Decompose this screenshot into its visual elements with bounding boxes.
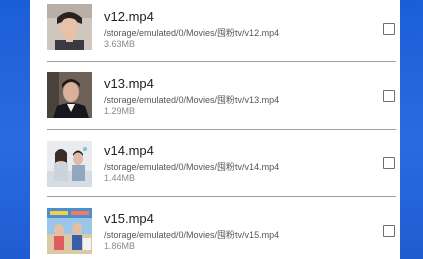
- file-size: 1.44MB: [104, 173, 136, 183]
- file-size: 1.86MB: [104, 241, 136, 251]
- file-path: /storage/emulated/0/Movies/囤粉tv/v14.mp4: [104, 162, 280, 172]
- file-list-item[interactable]: v12.mp4 /storage/emulated/0/Movies/囤粉tv/…: [30, 0, 400, 67]
- file-path: /storage/emulated/0/Movies/囤粉tv/v12.mp4: [104, 28, 280, 38]
- video-thumbnail: [47, 208, 92, 254]
- video-thumbnail: [47, 72, 92, 118]
- select-checkbox[interactable]: [383, 157, 395, 169]
- select-checkbox[interactable]: [383, 225, 395, 237]
- file-size: 1.29MB: [104, 106, 136, 116]
- video-thumbnail: [47, 141, 92, 187]
- video-thumbnail: [47, 4, 92, 50]
- list-divider: [47, 61, 396, 62]
- file-list-item[interactable]: v15.mp4 /storage/emulated/0/Movies/囤粉tv/…: [30, 201, 400, 259]
- file-size: 3.63MB: [104, 39, 136, 49]
- file-path: /storage/emulated/0/Movies/囤粉tv/v15.mp4: [104, 230, 280, 240]
- file-list-item[interactable]: v14.mp4 /storage/emulated/0/Movies/囤粉tv/…: [30, 134, 400, 201]
- file-path: /storage/emulated/0/Movies/囤粉tv/v13.mp4: [104, 95, 280, 105]
- select-checkbox[interactable]: [383, 23, 395, 35]
- file-list-panel: v12.mp4 /storage/emulated/0/Movies/囤粉tv/…: [30, 0, 400, 259]
- file-name: v13.mp4: [104, 76, 154, 91]
- list-divider: [47, 196, 396, 197]
- file-name: v14.mp4: [104, 143, 154, 158]
- select-checkbox[interactable]: [383, 90, 395, 102]
- file-name: v15.mp4: [104, 211, 154, 226]
- file-name: v12.mp4: [104, 9, 154, 24]
- file-list-item[interactable]: v13.mp4 /storage/emulated/0/Movies/囤粉tv/…: [30, 67, 400, 134]
- list-divider: [47, 129, 396, 130]
